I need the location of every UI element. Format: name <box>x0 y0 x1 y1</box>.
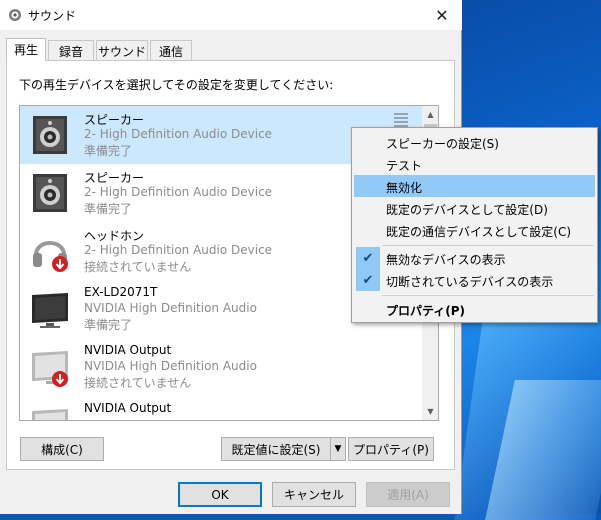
monitor-icon <box>32 351 68 387</box>
device-description: 2- High Definition Audio Device <box>84 185 273 199</box>
window-title: サウンド <box>28 9 77 23</box>
tab-sounds[interactable]: サウンド <box>96 40 148 60</box>
device-description: NVIDIA High Definition Audio <box>84 359 257 373</box>
check-icon: ✔ <box>356 247 380 269</box>
set-default-button[interactable]: 既定値に設定(S) <box>221 437 331 461</box>
sound-app-icon <box>9 9 21 21</box>
device-name: スピーカー <box>84 171 145 185</box>
scroll-up-button[interactable]: ▲ <box>422 106 438 123</box>
menu-item-test[interactable]: テスト <box>354 153 595 175</box>
device-description: 2- High Definition Audio Device <box>84 243 273 257</box>
monitor-icon <box>32 409 68 420</box>
menu-item-properties[interactable]: プロパティ(P) <box>354 298 595 320</box>
device-status: 準備完了 <box>84 318 133 332</box>
chevron-up-icon: ▲ <box>427 110 434 119</box>
menu-separator <box>382 295 594 296</box>
apply-button[interactable]: 適用(A) <box>366 482 450 507</box>
speaker-icon <box>33 116 67 154</box>
device-context-menu: スピーカーの設定(S) テスト 無効化 既定のデバイスとして設定(D) 既定の通… <box>351 127 598 323</box>
device-description: NVIDIA High Definition Audio <box>84 301 257 315</box>
device-name: スピーカー <box>84 113 145 127</box>
device-status: 準備完了 <box>84 202 133 216</box>
menu-item-set-default-comm-device[interactable]: 既定の通信デバイスとして設定(C) <box>354 219 595 241</box>
device-status: 準備完了 <box>84 144 133 158</box>
tab-communications[interactable]: 通信 <box>150 40 192 60</box>
speaker-icon <box>33 174 67 212</box>
menu-item-show-disconnected-devices[interactable]: ✔ 切断されているデバイスの表示 <box>354 269 595 291</box>
chevron-down-icon: ▼ <box>334 444 342 454</box>
title-bar: サウンド ✕ <box>0 0 462 30</box>
menu-separator <box>382 245 594 246</box>
menu-item-set-default-device[interactable]: 既定のデバイスとして設定(D) <box>354 197 595 219</box>
close-icon: ✕ <box>435 5 449 25</box>
set-default-dropdown[interactable]: ▼ <box>330 437 346 461</box>
device-name: EX-LD2071T <box>84 285 158 299</box>
configure-button[interactable]: 構成(C) <box>20 437 104 461</box>
instruction-text: 下の再生デバイスを選択してその設定を変更してください: <box>19 78 334 92</box>
properties-button[interactable]: プロパティ(P) <box>348 437 434 461</box>
device-name: NVIDIA Output <box>84 343 172 357</box>
tab-recording[interactable]: 録音 <box>48 40 94 60</box>
device-row[interactable]: NVIDIA Output NVIDIA High Definition Aud… <box>20 338 422 396</box>
monitor-icon <box>32 293 68 328</box>
device-description: 2- High Definition Audio Device <box>84 127 273 141</box>
cancel-button[interactable]: キャンセル <box>272 482 356 507</box>
device-status: 接続されていません <box>84 376 192 390</box>
device-name: NVIDIA Output <box>84 401 172 415</box>
close-button[interactable]: ✕ <box>430 4 454 26</box>
device-row[interactable]: NVIDIA Output <box>20 396 422 420</box>
device-status: 接続されていません <box>84 260 192 274</box>
menu-item-speaker-settings[interactable]: スピーカーの設定(S) <box>354 131 595 153</box>
check-icon: ✔ <box>356 269 380 291</box>
chevron-down-icon: ▼ <box>427 407 434 416</box>
tab-playback[interactable]: 再生 <box>6 38 46 61</box>
headphones-icon <box>33 241 68 272</box>
menu-item-disable[interactable]: 無効化 <box>354 175 595 197</box>
menu-item-show-disabled-devices[interactable]: ✔ 無効なデバイスの表示 <box>354 247 595 269</box>
ok-button[interactable]: OK <box>178 482 262 507</box>
scroll-down-button[interactable]: ▼ <box>422 403 438 420</box>
device-name: ヘッドホン <box>84 229 145 243</box>
